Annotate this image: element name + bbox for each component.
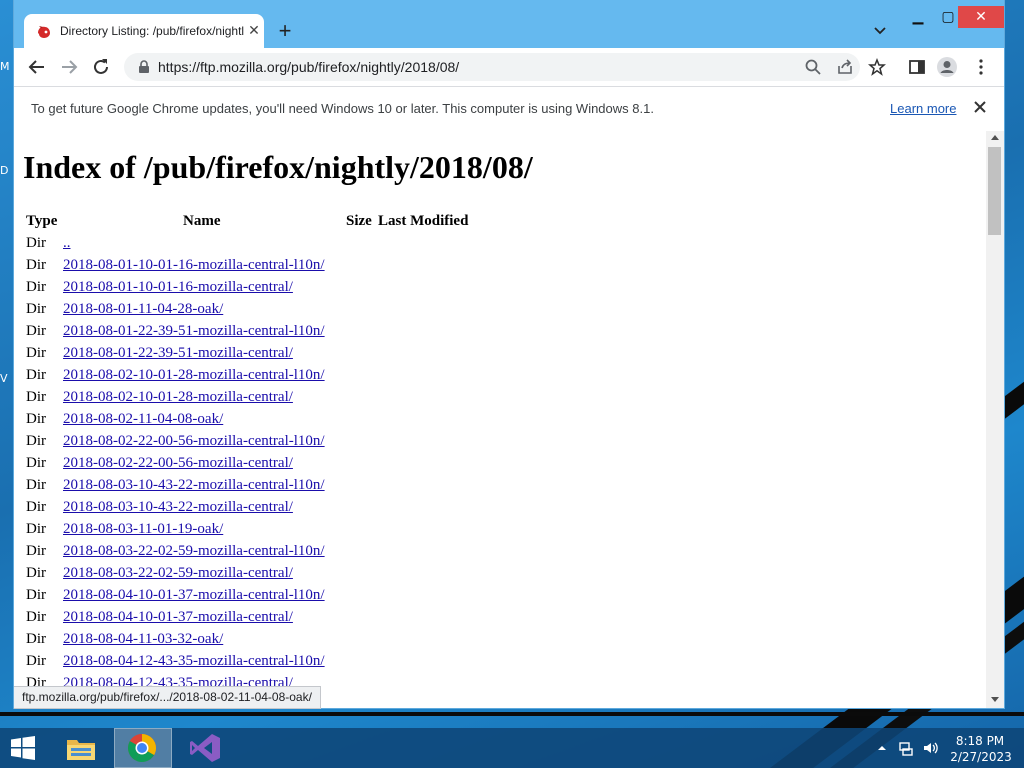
row-type: Dir [26, 323, 46, 339]
row-type: Dir [26, 345, 46, 361]
infobar-message: To get future Google Chrome updates, you… [31, 101, 654, 116]
tab-search-chevron-icon[interactable] [872, 22, 888, 38]
chrome-window: Directory Listing: /pub/firefox/nightly/… [14, 0, 1004, 708]
status-bubble: ftp.mozilla.org/pub/firefox/.../2018-08-… [14, 686, 321, 709]
row-type: Dir [26, 389, 46, 405]
directory-link[interactable]: 2018-08-02-10-01-28-mozilla-central-l10n… [63, 367, 325, 384]
lock-icon[interactable] [138, 60, 150, 74]
directory-link[interactable]: 2018-08-01-11-04-28-oak/ [63, 301, 223, 318]
directory-link[interactable]: 2018-08-01-10-01-16-mozilla-central-l10n… [63, 257, 325, 274]
chevron-up-icon[interactable] [874, 740, 890, 756]
directory-link[interactable]: 2018-08-03-10-43-22-mozilla-central-l10n… [63, 477, 325, 494]
profile-avatar-icon[interactable] [936, 56, 958, 78]
clock-time[interactable]: 8:18 PM [950, 734, 1010, 748]
directory-link[interactable]: 2018-08-01-22-39-51-mozilla-central/ [63, 345, 293, 362]
directory-link[interactable]: 2018-08-04-11-03-32-oak/ [63, 631, 223, 648]
new-tab-button[interactable]: + [274, 20, 296, 42]
back-arrow-icon[interactable] [26, 56, 48, 78]
address-bar[interactable]: https://ftp.mozilla.org/pub/firefox/nigh… [124, 53, 886, 81]
taskbar: 8:18 PM 2/27/2023 [0, 728, 1024, 768]
vertical-scrollbar[interactable] [986, 131, 1004, 708]
minimize-button[interactable]: ▁ [904, 6, 932, 26]
page-title: Index of /pub/firefox/nightly/2018/08/ [23, 149, 533, 185]
row-type: Dir [26, 367, 46, 383]
tab-close-icon[interactable]: ✕ [246, 22, 262, 38]
desktop-icon-label: D [0, 164, 9, 177]
tab-title: Directory Listing: /pub/firefox/nightly/… [60, 24, 244, 38]
row-type: Dir [26, 455, 46, 471]
row-type: Dir [26, 301, 46, 317]
taskbar-app-visual-studio[interactable] [176, 728, 234, 768]
directory-link[interactable]: 2018-08-04-12-43-35-mozilla-central-l10n… [63, 653, 325, 670]
desktop-icon-label: V [0, 372, 8, 385]
row-type: Dir [26, 587, 46, 603]
row-type: Dir [26, 521, 46, 537]
forward-arrow-icon[interactable] [58, 56, 80, 78]
directory-link[interactable]: 2018-08-01-22-39-51-mozilla-central-l10n… [63, 323, 325, 340]
windows-start-icon[interactable] [10, 736, 36, 760]
reload-icon[interactable] [90, 56, 112, 78]
directory-link[interactable]: 2018-08-01-10-01-16-mozilla-central/ [63, 279, 293, 296]
directory-link[interactable]: 2018-08-03-10-43-22-mozilla-central/ [63, 499, 293, 516]
directory-link[interactable]: 2018-08-02-22-00-56-mozilla-central/ [63, 455, 293, 472]
url-text[interactable]: https://ftp.mozilla.org/pub/firefox/nigh… [158, 59, 459, 75]
directory-link[interactable]: 2018-08-03-22-02-59-mozilla-central-l10n… [63, 543, 325, 560]
directory-link[interactable]: 2018-08-04-10-01-37-mozilla-central-l10n… [63, 587, 325, 604]
page-viewport[interactable]: Index of /pub/firefox/nightly/2018/08/ T… [14, 131, 986, 708]
tab-strip: Directory Listing: /pub/firefox/nightly/… [14, 0, 1004, 48]
visual-studio-icon [190, 734, 220, 762]
row-type: Dir [26, 433, 46, 449]
row-type: Dir [26, 565, 46, 581]
row-type: Dir [26, 411, 46, 427]
scroll-down-arrow-icon[interactable] [991, 697, 999, 702]
directory-link[interactable]: 2018-08-03-11-01-19-oak/ [63, 521, 223, 538]
row-type: Dir [26, 477, 46, 493]
directory-link[interactable]: .. [63, 235, 71, 252]
close-window-button[interactable]: ✕ [958, 6, 1004, 28]
infobar-close-icon[interactable] [971, 98, 989, 116]
update-infobar: To get future Google Chrome updates, you… [14, 86, 1004, 132]
row-type: Dir [26, 257, 46, 273]
taskbar-app-file-explorer[interactable] [52, 728, 110, 768]
directory-link[interactable]: 2018-08-02-10-01-28-mozilla-central/ [63, 389, 293, 406]
taskbar-app-chrome[interactable] [114, 728, 172, 768]
share-icon[interactable] [836, 58, 854, 76]
row-type: Dir [26, 653, 46, 669]
learn-more-link[interactable]: Learn more [890, 101, 956, 116]
search-zoom-icon[interactable] [804, 58, 822, 76]
firefox-favicon-icon [38, 26, 50, 38]
desktop-icon-label: M [0, 60, 10, 73]
column-header-last-modified: Last Modified [378, 213, 469, 229]
scroll-up-arrow-icon[interactable] [991, 135, 999, 140]
row-type: Dir [26, 609, 46, 625]
row-type: Dir [26, 499, 46, 515]
bookmark-star-icon[interactable] [868, 58, 886, 76]
column-header-type: Type [26, 213, 58, 229]
row-type: Dir [26, 235, 46, 251]
folder-icon [67, 740, 95, 760]
toolbar: https://ftp.mozilla.org/pub/firefox/nigh… [14, 48, 1004, 86]
column-header-size: Size [346, 213, 372, 229]
side-panel-icon[interactable] [906, 56, 928, 78]
scrollbar-thumb[interactable] [988, 147, 1001, 235]
directory-link[interactable]: 2018-08-04-10-01-37-mozilla-central/ [63, 609, 293, 626]
network-icon[interactable] [898, 740, 914, 756]
row-type: Dir [26, 631, 46, 647]
clock-date[interactable]: 2/27/2023 [946, 750, 1016, 764]
row-type: Dir [26, 543, 46, 559]
directory-link[interactable]: 2018-08-02-11-04-08-oak/ [63, 411, 223, 428]
tab-directory-listing[interactable]: Directory Listing: /pub/firefox/nightly/… [24, 14, 264, 48]
volume-icon[interactable] [922, 740, 938, 756]
row-type: Dir [26, 279, 46, 295]
directory-link[interactable]: 2018-08-03-22-02-59-mozilla-central/ [63, 565, 293, 582]
directory-link[interactable]: 2018-08-02-22-00-56-mozilla-central-l10n… [63, 433, 325, 450]
column-header-name: Name [183, 213, 221, 229]
menu-kebab-icon[interactable] [970, 56, 992, 78]
chrome-icon [128, 734, 156, 762]
